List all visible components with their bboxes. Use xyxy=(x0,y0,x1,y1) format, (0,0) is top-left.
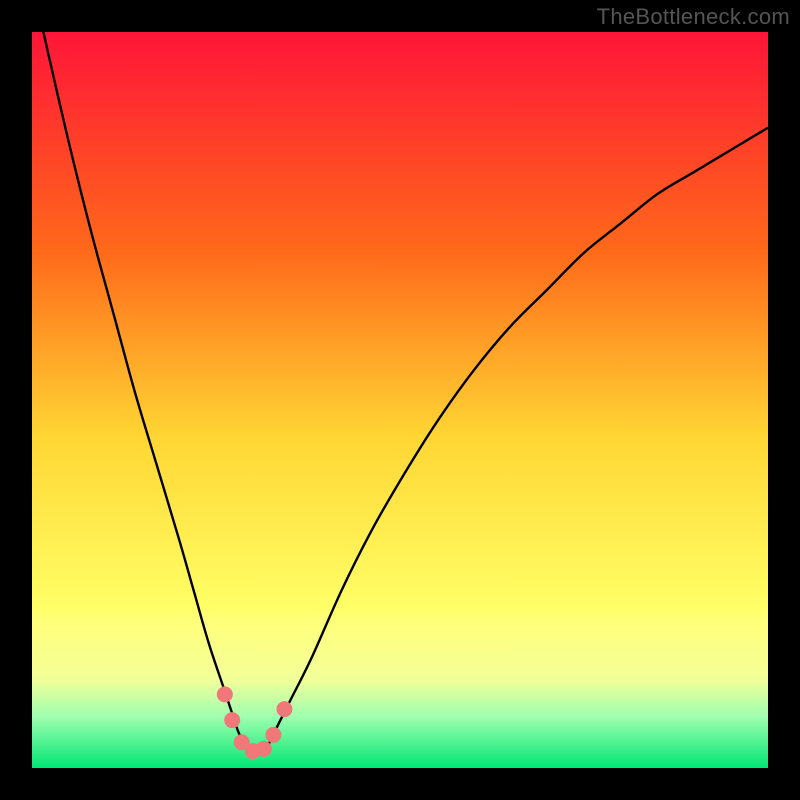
curve-marker xyxy=(217,686,233,702)
curve-marker xyxy=(256,741,272,757)
watermark-text: TheBottleneck.com xyxy=(597,4,790,30)
curve-marker xyxy=(224,712,240,728)
plot-area xyxy=(32,32,768,768)
gradient-background xyxy=(32,32,768,768)
chart-outer: TheBottleneck.com xyxy=(0,0,800,800)
chart-svg xyxy=(32,32,768,768)
curve-marker xyxy=(276,701,292,717)
curve-marker xyxy=(265,727,281,743)
